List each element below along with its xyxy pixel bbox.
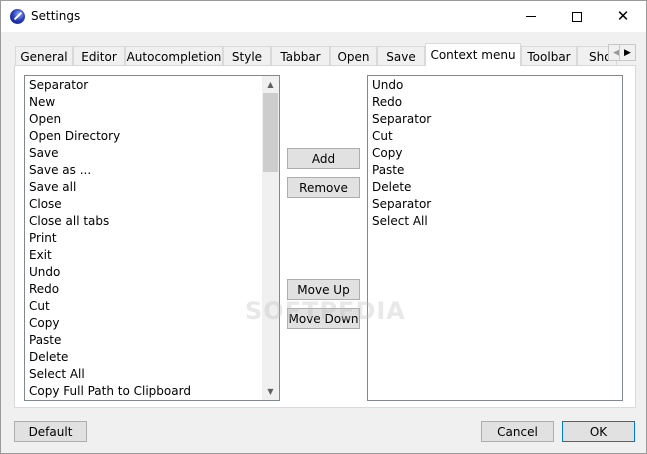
list-item[interactable]: Redo [372,94,431,111]
context-menu-items: Undo Redo Separator Cut Copy Paste Delete Separ… [372,77,431,230]
list-item[interactable]: Select All [29,366,191,383]
tab-context-menu[interactable]: Context menu [425,43,521,66]
scroll-down-button[interactable]: ▼ [262,383,279,400]
list-item[interactable]: Separator [372,196,431,213]
scroll-thumb[interactable] [263,93,278,172]
settings-tabs: General Editor Autocompletion Style Tabb… [14,43,636,66]
cancel-button[interactable]: Cancel [481,421,554,442]
list-item[interactable]: Delete [372,179,431,196]
list-item[interactable]: Exit [29,247,191,264]
close-icon: ✕ [616,7,630,25]
list-item[interactable]: Close [29,196,191,213]
list-item[interactable]: Open [29,111,191,128]
move-up-button[interactable]: Move Up [287,279,360,300]
minimize-icon [526,16,536,17]
tab-autocompletion[interactable]: Autocompletion [125,46,223,66]
list-item[interactable]: Close all tabs [29,213,191,230]
minimize-button[interactable] [508,1,554,32]
list-item[interactable]: Select All [372,213,431,230]
list-item[interactable]: Save all [29,179,191,196]
ok-button[interactable]: OK [562,421,635,442]
default-button[interactable]: Default [14,421,87,442]
settings-window: Settings ✕ General Editor Autocompletion… [0,0,647,454]
list-item[interactable]: Cut [29,298,191,315]
title-bar[interactable]: Settings ✕ [1,1,646,32]
list-item[interactable]: Separator [372,111,431,128]
list-item[interactable]: Paste [29,332,191,349]
list-item[interactable]: Undo [372,77,431,94]
tab-tabbar[interactable]: Tabbar [271,46,330,66]
chevron-down-icon: ▼ [267,387,274,396]
arrow-right-icon: ▶ [624,47,631,58]
tab-editor[interactable]: Editor [73,46,125,66]
list-item[interactable]: Cut [372,128,431,145]
chevron-up-icon: ▲ [267,80,274,89]
tab-toolbar[interactable]: Toolbar [521,46,577,66]
list-item[interactable]: Paste [372,162,431,179]
list-item[interactable]: Save as ... [29,162,191,179]
list-item[interactable]: Copy Full Path to Clipboard [29,383,191,400]
list-item[interactable]: New [29,94,191,111]
close-button[interactable]: ✕ [600,1,646,32]
list-item[interactable]: Redo [29,281,191,298]
list-item[interactable]: Save [29,145,191,162]
maximize-icon [572,11,582,22]
available-commands-scrollbar[interactable]: ▲ ▼ [262,76,279,400]
list-item[interactable]: Copy [29,315,191,332]
window-title: Settings [31,9,81,23]
context-menu-items-list[interactable]: Undo Redo Separator Cut Copy Paste Delete Separ… [367,75,623,401]
tab-save[interactable]: Save [377,46,425,66]
available-commands-items: Separator New Open Open Directory Save Save a… [29,77,191,400]
list-item[interactable]: Delete [29,349,191,366]
tab-style[interactable]: Style [223,46,271,66]
list-item[interactable]: Open Directory [29,128,191,145]
tab-general[interactable]: General [15,46,73,66]
remove-button[interactable]: Remove [287,177,360,198]
list-item[interactable]: Undo [29,264,191,281]
list-item[interactable]: Copy [372,145,431,162]
add-button[interactable]: Add [287,148,360,169]
list-item[interactable]: Separator [29,77,191,94]
available-commands-list[interactable]: Separator New Open Open Directory Save Save a… [24,75,280,401]
move-down-button[interactable]: Move Down [287,308,360,329]
tab-scroll-right-button[interactable]: ▶ [619,44,636,61]
maximize-button[interactable] [554,1,600,32]
tab-open[interactable]: Open [330,46,377,66]
app-logo-icon [10,9,25,24]
scroll-up-button[interactable]: ▲ [262,76,279,93]
list-item[interactable]: Print [29,230,191,247]
